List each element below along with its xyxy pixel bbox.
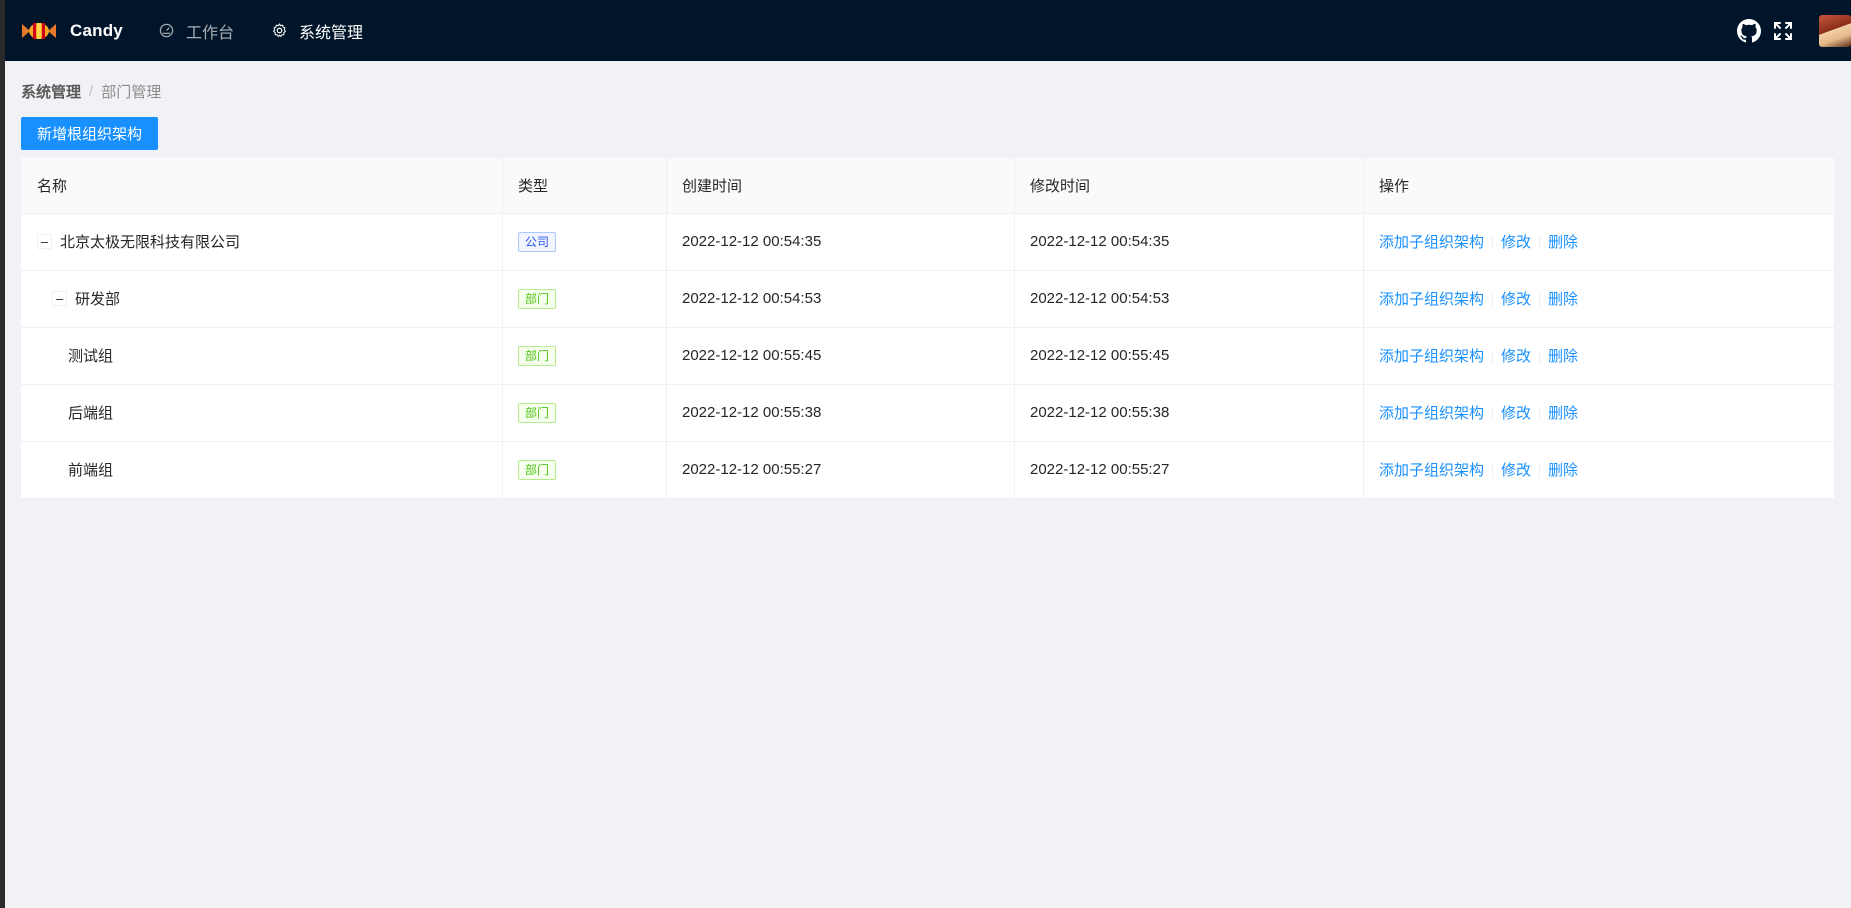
- column-header-type: 类型: [502, 158, 666, 214]
- created-cell: 2022-12-12 00:55:38: [666, 384, 1014, 442]
- action-divider: [1492, 407, 1494, 422]
- table-body: – 北京太极无限科技有限公司 公司 2022-12-12 00:54:35 2022-1…: [21, 213, 1834, 499]
- edit-link[interactable]: 修改: [1501, 348, 1531, 365]
- action-divider: [1539, 464, 1541, 479]
- candy-logo-icon[interactable]: [22, 20, 56, 42]
- action-divider: [1492, 350, 1494, 365]
- action-divider: [1539, 350, 1541, 365]
- edit-link[interactable]: 修改: [1501, 405, 1531, 422]
- edit-link[interactable]: 修改: [1501, 234, 1531, 251]
- org-name: 后端组: [68, 405, 114, 422]
- edit-link[interactable]: 修改: [1501, 462, 1531, 479]
- add-child-org-link[interactable]: 添加子组织架构: [1379, 234, 1484, 251]
- add-child-org-link[interactable]: 添加子组织架构: [1379, 291, 1484, 308]
- table-row: – 研发部 部门 2022-12-12 00:54:53 2022-12-12 00:5…: [21, 270, 1834, 328]
- type-tag: 部门: [518, 402, 557, 423]
- nav-item-workbench[interactable]: 工作台: [159, 19, 234, 43]
- created-cell: 2022-12-12 00:55:27: [666, 441, 1014, 499]
- modified-cell: 2022-12-12 00:54:35: [1014, 213, 1363, 271]
- delete-link[interactable]: 删除: [1548, 234, 1578, 251]
- table-row: – 北京太极无限科技有限公司 公司 2022-12-12 00:54:35 2022-1…: [21, 213, 1834, 271]
- org-name: 研发部: [75, 291, 121, 308]
- topbar-actions: [1737, 14, 1851, 47]
- table-header-row: 名称 类型 创建时间 修改时间 操作: [21, 158, 1834, 214]
- delete-link[interactable]: 删除: [1548, 348, 1578, 365]
- modified-cell: 2022-12-12 00:54:53: [1014, 270, 1363, 328]
- nav-item-label: 系统管理: [298, 24, 363, 42]
- type-cell: 部门: [502, 384, 666, 442]
- actions-cell: 添加子组织架构 修改 删除: [1363, 213, 1834, 271]
- actions-cell: 添加子组织架构 修改 删除: [1363, 441, 1834, 499]
- collapse-toggle-icon[interactable]: –: [37, 234, 52, 249]
- action-divider: [1492, 464, 1494, 479]
- name-cell: 前端组: [21, 441, 502, 499]
- column-header-actions: 操作: [1363, 158, 1834, 214]
- type-cell: 部门: [502, 270, 666, 328]
- collapse-toggle-icon[interactable]: –: [52, 291, 67, 306]
- top-navbar: Candy 工作台 系统管理: [5, 0, 1851, 61]
- name-cell: – 北京太极无限科技有限公司: [21, 213, 502, 271]
- org-name: 前端组: [68, 462, 114, 479]
- breadcrumb-separator: /: [89, 82, 94, 100]
- org-name: 北京太极无限科技有限公司: [60, 234, 241, 251]
- nav-item-system-management[interactable]: 系统管理: [272, 19, 363, 43]
- action-divider: [1492, 236, 1494, 251]
- actions-cell: 添加子组织架构 修改 删除: [1363, 327, 1834, 385]
- org-name: 测试组: [68, 348, 114, 365]
- type-cell: 部门: [502, 441, 666, 499]
- actions-cell: 添加子组织架构 修改 删除: [1363, 384, 1834, 442]
- action-divider: [1539, 407, 1541, 422]
- name-cell: – 研发部: [21, 270, 502, 328]
- gear-icon: [272, 23, 287, 38]
- nav-item-label: 工作台: [185, 24, 234, 42]
- name-cell: 后端组: [21, 384, 502, 442]
- add-child-org-link[interactable]: 添加子组织架构: [1379, 348, 1484, 365]
- column-header-name: 名称: [21, 158, 502, 214]
- action-divider: [1539, 236, 1541, 251]
- add-root-org-button[interactable]: 新增根组织架构: [21, 117, 159, 150]
- action-divider: [1492, 293, 1494, 308]
- table-row: 后端组 部门 2022-12-12 00:55:38 2022-12-12 00:55…: [21, 384, 1834, 442]
- dashboard-icon: [159, 23, 174, 38]
- table-row: 前端组 部门 2022-12-12 00:55:27 2022-12-12 00:55…: [21, 441, 1834, 499]
- main-content: 系统管理 / 部门管理 新增根组织架构 名称 类型 创建时间 修改时间 操作 –…: [5, 80, 1851, 499]
- column-header-created: 创建时间: [666, 158, 1014, 214]
- delete-link[interactable]: 删除: [1548, 291, 1578, 308]
- breadcrumb: 系统管理 / 部门管理: [21, 80, 1835, 102]
- add-child-org-link[interactable]: 添加子组织架构: [1379, 405, 1484, 422]
- edit-link[interactable]: 修改: [1501, 291, 1531, 308]
- created-cell: 2022-12-12 00:54:53: [666, 270, 1014, 328]
- breadcrumb-current: 部门管理: [101, 83, 162, 101]
- type-cell: 公司: [502, 213, 666, 271]
- type-cell: 部门: [502, 327, 666, 385]
- name-cell: 测试组: [21, 327, 502, 385]
- type-tag: 部门: [518, 288, 557, 309]
- add-child-org-link[interactable]: 添加子组织架构: [1379, 462, 1484, 479]
- table-row: 测试组 部门 2022-12-12 00:55:45 2022-12-12 00:55…: [21, 327, 1834, 385]
- avatar[interactable]: [1819, 14, 1851, 47]
- type-tag: 部门: [518, 459, 557, 480]
- modified-cell: 2022-12-12 00:55:38: [1014, 384, 1363, 442]
- actions-cell: 添加子组织架构 修改 删除: [1363, 270, 1834, 328]
- column-header-modified: 修改时间: [1014, 158, 1363, 214]
- created-cell: 2022-12-12 00:54:35: [666, 213, 1014, 271]
- fullscreen-icon[interactable]: [1773, 21, 1793, 41]
- modified-cell: 2022-12-12 00:55:27: [1014, 441, 1363, 499]
- breadcrumb-parent[interactable]: 系统管理: [21, 81, 81, 102]
- modified-cell: 2022-12-12 00:55:45: [1014, 327, 1363, 385]
- type-tag: 公司: [518, 231, 557, 252]
- action-divider: [1539, 293, 1541, 308]
- type-tag: 部门: [518, 345, 557, 366]
- department-table: 名称 类型 创建时间 修改时间 操作 – 北京太极无限科技有限公司 公司 2022-1…: [21, 158, 1834, 499]
- created-cell: 2022-12-12 00:55:45: [666, 327, 1014, 385]
- delete-link[interactable]: 删除: [1548, 405, 1578, 422]
- delete-link[interactable]: 删除: [1548, 462, 1578, 479]
- github-icon[interactable]: [1737, 18, 1761, 43]
- app-root: Candy 工作台 系统管理 系统管理 / 部门管理 新增根组织架构 名称 类型…: [5, 0, 1851, 908]
- brand-name[interactable]: Candy: [70, 21, 123, 41]
